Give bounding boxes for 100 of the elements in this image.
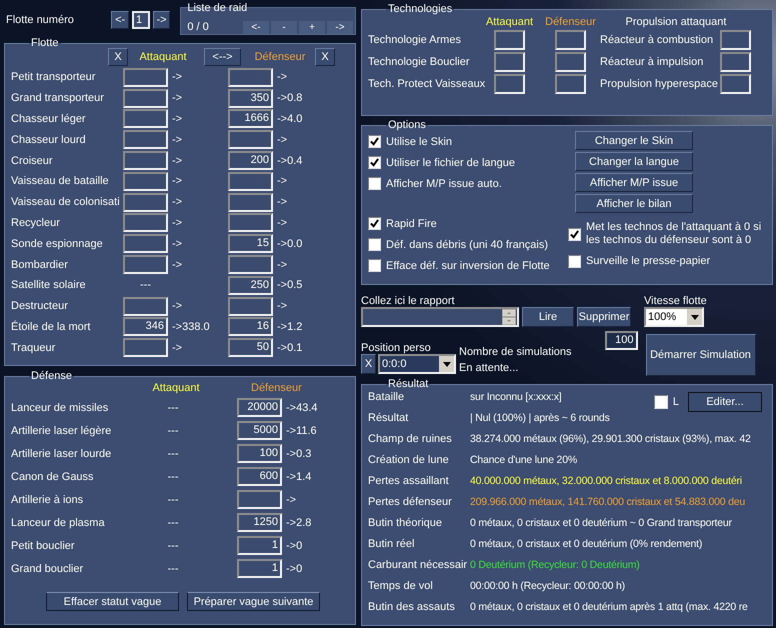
defense-name: Lanceur de plasma (11, 516, 106, 528)
result-text: -> (171, 134, 184, 146)
wave-button[interactable]: Préparer vague suivante (187, 592, 320, 611)
level-field[interactable] (720, 52, 751, 72)
level-field[interactable] (720, 30, 751, 50)
report-field[interactable] (361, 307, 519, 327)
technology-name: Technologie Bouclier (368, 56, 471, 68)
ship-count-field[interactable] (123, 213, 168, 232)
result-value: 40.000.000 métaux, 32.000.000 cristaux et 8.000.000 deutéri (470, 474, 742, 486)
result-text: -> (276, 300, 288, 312)
unavailable-text: --- (166, 424, 180, 436)
previous-button[interactable]: <- (111, 11, 129, 29)
result-text: -> (171, 238, 184, 250)
clear-attacker-button[interactable]: X (108, 48, 128, 66)
option-button[interactable]: Afficher le bilan (575, 194, 693, 213)
ship-name: Sonde espionnage (11, 238, 104, 250)
level-field[interactable] (494, 74, 525, 94)
checkbox[interactable] (368, 156, 381, 169)
ship-count-field[interactable] (228, 130, 273, 150)
checkbox[interactable] (568, 255, 581, 268)
ship-count-field[interactable] (123, 109, 168, 128)
ship-count-field[interactable] (123, 296, 168, 316)
level-field[interactable] (555, 30, 586, 50)
checkbox[interactable] (368, 259, 381, 272)
ship-count-field[interactable] (123, 88, 168, 108)
ship-count-field[interactable]: 200 (228, 151, 273, 170)
checkbox-label: Efface déf. sur inversion de Flotte (386, 260, 550, 272)
checkbox[interactable] (368, 217, 381, 230)
edit-button[interactable]: Editer... (688, 392, 762, 412)
ship-count-field[interactable]: 346 (123, 317, 168, 336)
defender-header: Défenseur (250, 382, 303, 396)
fleet-speed-dropdown[interactable]: 100% (644, 307, 704, 327)
ship-count-field[interactable] (123, 338, 168, 358)
defense-count-field[interactable]: 600 (237, 467, 282, 486)
propulsion-header: Propulsion attaquant (626, 16, 726, 28)
raid-nav-button[interactable]: + (298, 21, 325, 34)
defense-count-field[interactable]: 1 (237, 559, 282, 578)
ship-count-field[interactable]: 15 (228, 234, 273, 254)
raid-nav-button[interactable]: - (270, 21, 297, 34)
ship-name: Petit transporteur (11, 71, 96, 84)
checkbox[interactable] (368, 135, 381, 148)
position-dropdown[interactable]: 0:0:0 (378, 354, 456, 374)
clear-defender-button[interactable]: X (315, 48, 335, 66)
result-text: -> (171, 154, 184, 167)
swap-button[interactable]: <--> (204, 48, 241, 66)
ship-count-field[interactable] (123, 255, 168, 274)
level-field[interactable] (494, 52, 525, 72)
read-button[interactable]: Lire (522, 307, 574, 327)
start-simulation-button[interactable]: Démarrer Simulation (646, 334, 756, 376)
result-value: 0 métaux, 0 cristaux et 0 deutérium (0% rendement) (470, 538, 702, 550)
option-button[interactable]: Changer la langue (575, 152, 693, 171)
next-button[interactable]: -> (152, 11, 170, 29)
ship-count-field[interactable] (123, 151, 168, 170)
raid-nav-button[interactable]: <- (242, 21, 269, 34)
ship-count-field[interactable]: 16 (228, 317, 273, 336)
result-value: Chance d'une lune 20% (470, 454, 577, 466)
option-button[interactable]: Afficher M/P issue (575, 173, 693, 192)
ship-count-field[interactable] (228, 213, 273, 232)
level-field[interactable] (555, 74, 586, 94)
ship-count-field[interactable] (123, 130, 168, 150)
defense-count-field[interactable]: 1250 (237, 513, 282, 532)
ship-count-field[interactable] (228, 68, 273, 87)
raid-nav-button[interactable]: -> (326, 21, 353, 34)
result-text: -> (171, 342, 184, 354)
checkbox[interactable] (654, 395, 668, 409)
ship-count-field[interactable] (228, 255, 273, 274)
defense-count-field[interactable] (237, 490, 282, 509)
level-field[interactable] (720, 74, 751, 94)
defense-count-field[interactable]: 5000 (237, 421, 282, 440)
level-field[interactable] (494, 30, 525, 50)
panel-title: Résultat (387, 378, 430, 390)
fleet-number-field[interactable]: 1 (132, 11, 150, 29)
wave-button[interactable]: Effacer statut vague (46, 592, 179, 611)
defense-count-field[interactable]: 1 (237, 536, 282, 555)
ship-count-field[interactable]: 250 (228, 276, 273, 295)
option-button[interactable]: Changer le Skin (575, 131, 693, 150)
delete-button[interactable]: Supprimer (577, 307, 631, 327)
ship-count-field[interactable] (228, 192, 273, 212)
ship-name: Vaisseau de bataille (11, 175, 110, 188)
ship-count-field[interactable]: 50 (228, 338, 273, 358)
result-text: -> (276, 258, 288, 271)
result-text: ->0 (285, 540, 304, 552)
ship-count-field[interactable] (228, 172, 273, 191)
ship-count-field[interactable] (228, 296, 273, 316)
defense-count-field[interactable]: 20000 (237, 398, 282, 417)
ship-count-field[interactable] (123, 172, 168, 191)
simulations-field[interactable]: 100 (604, 331, 638, 350)
result-text: -> (171, 258, 184, 271)
ship-count-field[interactable] (123, 68, 168, 87)
defense-name: Artillerie laser lourde (11, 448, 112, 460)
ship-count-field[interactable] (123, 234, 168, 254)
checkbox[interactable] (368, 238, 381, 251)
ship-count-field[interactable]: 1666 (228, 109, 273, 128)
checkbox[interactable] (568, 228, 581, 240)
ship-count-field[interactable]: 350 (228, 88, 273, 108)
checkbox[interactable] (368, 177, 381, 190)
defense-count-field[interactable]: 100 (237, 444, 282, 463)
ship-count-field[interactable] (123, 192, 168, 212)
level-field[interactable] (555, 52, 586, 72)
clear-position-button[interactable]: X (361, 354, 376, 374)
